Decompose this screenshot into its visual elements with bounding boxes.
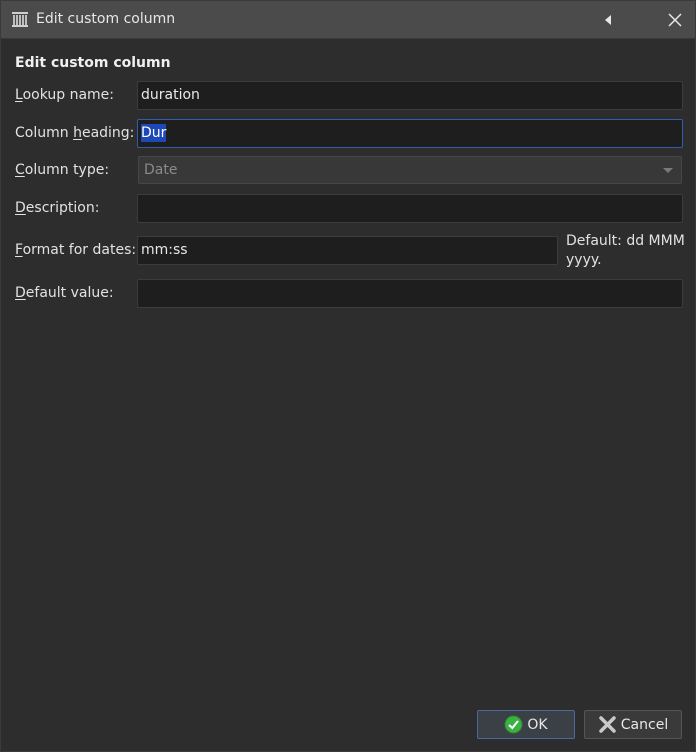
ok-button[interactable]: OK — [477, 710, 575, 739]
column-heading-input[interactable]: Dur — [137, 119, 683, 148]
cancel-button[interactable]: Cancel — [584, 710, 682, 739]
edit-custom-column-dialog: Edit custom column Edit custom column Lo… — [0, 0, 696, 752]
chevron-down-icon — [663, 168, 673, 173]
default-value-input[interactable] — [137, 279, 683, 308]
description-input[interactable] — [137, 194, 683, 223]
column-type-label: Column type: — [15, 162, 110, 178]
default-value-label: Default value: — [15, 285, 114, 301]
window-title: Edit custom column — [36, 11, 176, 27]
close-icon[interactable] — [662, 7, 688, 33]
lookup-name-label: Lookup name: — [15, 87, 114, 103]
cancel-button-label: Cancel — [620, 716, 669, 733]
column-heading-label: Column heading: — [15, 125, 135, 141]
description-label: Description: — [15, 200, 100, 216]
section-title: Edit custom column — [15, 55, 171, 71]
triangle-left-icon[interactable] — [595, 7, 621, 33]
lookup-name-input[interactable]: duration — [137, 81, 683, 110]
column-type-select[interactable]: Date — [138, 156, 682, 184]
title-bar: Edit custom column — [1, 1, 695, 39]
selected-text: Dur — [141, 124, 167, 142]
ok-button-label: OK — [527, 716, 548, 733]
format-default-hint: Default: dd MMM yyyy. — [566, 233, 685, 268]
format-for-dates-input[interactable]: mm:ss — [137, 236, 558, 265]
column-type-value: Date — [144, 162, 178, 178]
library-icon — [11, 10, 29, 28]
format-for-dates-label: Format for dates: — [15, 242, 137, 258]
x-icon — [598, 715, 617, 734]
check-circle-icon — [504, 715, 523, 734]
